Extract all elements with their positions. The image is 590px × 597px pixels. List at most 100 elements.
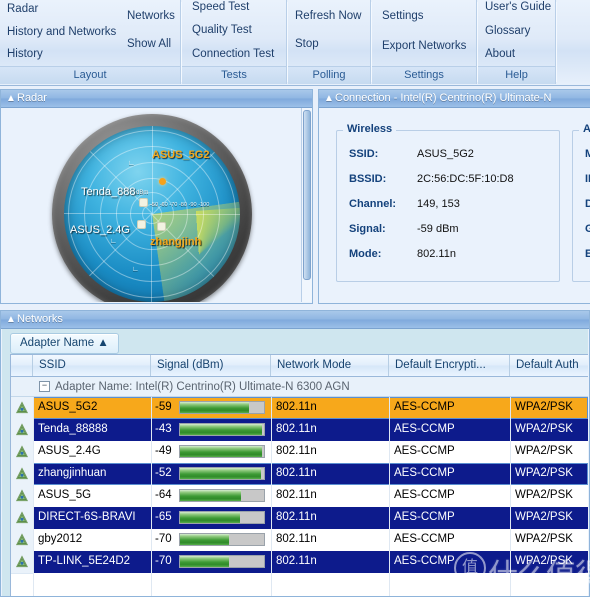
ribbon-group-layout: Radar History and Networks History Netwo…	[0, 0, 182, 84]
networks-panel-header[interactable]: ▲Networks	[1, 311, 589, 329]
column-header-default-encryption[interactable]: Default Encrypti...	[389, 355, 510, 376]
cell-ssid: gby2012	[38, 533, 83, 545]
radar-spoke-2	[151, 214, 152, 302]
radar-scale-ticks: -50 -60 -70 -80 -90 -100	[150, 202, 210, 208]
radar-panel-header[interactable]: ▲Radar	[1, 90, 312, 108]
signal-value-text: -70	[155, 555, 172, 567]
radar-minor-mark-1: ∟	[128, 160, 135, 167]
ribbon-item-networks[interactable]: Networks	[124, 9, 178, 23]
cell-ssid: DIRECT-6S-BRAVI	[38, 511, 136, 523]
mac-address-label: M	[585, 148, 590, 160]
cell-auth: WPA2/PSK	[515, 489, 573, 501]
wireless-legend: Wireless	[343, 123, 397, 135]
cell-encryption: AES-CCMP	[394, 467, 455, 479]
column-header-signal[interactable]: Signal (dBm)	[151, 355, 271, 376]
chevron-up-icon[interactable]: ▲	[5, 311, 17, 328]
signal-strength-bar	[179, 555, 265, 568]
cell-signal: -59	[151, 397, 271, 419]
ribbon-item-history[interactable]: History	[4, 47, 46, 61]
radar-ap-dot-zhangjinh[interactable]	[157, 222, 166, 231]
table-row[interactable]: ASUS_5G -64 802.11n AES-CCMP WPA2/PSK	[11, 485, 588, 508]
radar-ap-label-asus-24g[interactable]: ASUS_2.4G	[70, 224, 130, 236]
radar-canvas[interactable]: dBm -50 -60 -70 -80 -90 -100 ∟ ∟ ∟ ∟ ASU…	[2, 108, 302, 302]
column-divider-3	[389, 397, 390, 596]
ip-address-label: IP	[585, 173, 590, 185]
group-by-bar[interactable]: Adapter Name ▲	[10, 333, 580, 354]
ribbon-item-users-guide[interactable]: User's Guide	[482, 0, 554, 14]
column-header-network-mode[interactable]: Network Mode	[271, 355, 389, 376]
table-row[interactable]: gby2012 -70 802.11n AES-CCMP WPA2/PSK	[11, 529, 588, 552]
column-header-default-auth[interactable]: Default Auth	[510, 355, 588, 376]
cell-ssid: ASUS_2.4G	[38, 445, 101, 457]
cell-mode: 802.11n	[276, 511, 317, 523]
radar-panel: ▲Radar dBm -50 -60 -70 -80 -90 -100 ∟ ∟ …	[0, 89, 313, 304]
radar-ap-label-asus-5g2[interactable]: ASUS_5G2	[152, 149, 209, 161]
mode-label: Mode:	[349, 248, 382, 260]
ribbon-item-quality-test[interactable]: Quality Test	[189, 23, 255, 37]
ribbon-item-radar[interactable]: Radar	[4, 2, 41, 16]
connection-panel: ▲Connection - Intel(R) Centrino(R) Ultim…	[318, 89, 590, 304]
group-by-adapter-name-chip[interactable]: Adapter Name ▲	[10, 333, 119, 354]
table-row[interactable]: TP-LINK_5E24D2 -70 802.11n AES-CCMP WPA2/PSK	[11, 551, 588, 574]
ribbon-item-refresh-now[interactable]: Refresh Now	[292, 9, 364, 23]
cell-ssid: ASUS_5G	[38, 489, 92, 501]
radar-spoke-6	[152, 126, 153, 214]
ribbon-item-history-and-networks[interactable]: History and Networks	[4, 25, 119, 39]
networks-panel-title: Networks	[17, 313, 63, 325]
signal-value-text: -65	[155, 511, 172, 523]
ribbon-item-glossary[interactable]: Glossary	[482, 24, 533, 38]
ribbon-item-about[interactable]: About	[482, 47, 518, 61]
ribbon-group-label-settings: Settings	[372, 66, 476, 84]
radar-panel-title: Radar	[17, 92, 47, 104]
signal-strength-fill	[180, 446, 263, 457]
chevron-up-icon[interactable]: ▲	[5, 90, 17, 107]
table-row[interactable]: ASUS_2.4G -49 802.11n AES-CCMP WPA2/PSK	[11, 441, 588, 464]
radar-ap-label-zhangjinh[interactable]: zhangjinh	[150, 236, 201, 248]
ribbon-item-stop[interactable]: Stop	[292, 37, 322, 51]
table-row[interactable]: Tenda_88888 -43 802.11n AES-CCMP WPA2/PSK	[11, 419, 588, 442]
column-header-ssid[interactable]: SSID	[33, 355, 151, 376]
ribbon-group-label-polling: Polling	[288, 66, 370, 84]
ribbon-item-speed-test[interactable]: Speed Test	[189, 0, 252, 14]
ribbon-item-export-networks[interactable]: Export Networks	[379, 39, 469, 53]
wireless-network-icon	[11, 529, 33, 552]
channel-label: Channel:	[349, 198, 397, 210]
cell-ssid: zhangjinhuan	[38, 467, 107, 479]
table-row[interactable]: ASUS_5G2 -59 802.11n AES-CCMP WPA2/PSK	[11, 397, 588, 420]
table-row[interactable]: DIRECT-6S-BRAVI -65 802.11n AES-CCMP WPA2/PS…	[11, 507, 588, 530]
collapse-expander-icon[interactable]: −	[39, 381, 50, 393]
address-legend: Addr	[579, 123, 590, 135]
cell-auth: WPA2/PSK	[515, 401, 573, 413]
group-row-adapter-name[interactable]: − Adapter Name: Intel(R) Centrino(R) Ulti…	[11, 377, 588, 397]
signal-strength-bar	[179, 467, 265, 480]
radar-panel-scrollbar[interactable]	[301, 108, 312, 302]
signal-strength-fill	[180, 556, 229, 567]
radar-ap-label-tenda-888[interactable]: Tenda_888	[81, 186, 135, 198]
cell-encryption: AES-CCMP	[394, 401, 455, 413]
connection-panel-header[interactable]: ▲Connection - Intel(R) Centrino(R) Ultim…	[319, 90, 590, 108]
grid-header-row: SSID Signal (dBm) Network Mode Default E…	[11, 355, 588, 377]
cell-mode: 802.11n	[276, 401, 317, 413]
cell-encryption: AES-CCMP	[394, 533, 455, 545]
radar-ap-dot-asus-5g2[interactable]	[159, 178, 166, 185]
chevron-up-icon[interactable]: ▲	[323, 90, 335, 107]
cell-ssid: ASUS_5G2	[38, 401, 98, 413]
connection-panel-title: Connection - Intel(R) Centrino(R) Ultima…	[335, 92, 552, 104]
gateway-label: G	[585, 223, 590, 235]
signal-strength-fill	[180, 468, 262, 479]
networks-grid[interactable]: SSID Signal (dBm) Network Mode Default E…	[10, 354, 588, 596]
mode-value: 802.11n	[417, 248, 456, 260]
radar-scrollbar-thumb[interactable]	[303, 110, 311, 280]
signal-strength-bar	[179, 533, 265, 546]
signal-strength-fill	[180, 534, 229, 545]
table-row[interactable]: zhangjinhuan -52 802.11n AES-CCMP WPA2/PSK	[11, 463, 588, 486]
radar-ap-dot-tenda-888[interactable]	[139, 198, 148, 207]
ribbon-item-settings[interactable]: Settings	[379, 9, 427, 23]
cell-auth: WPA2/PSK	[515, 555, 573, 567]
radar-ap-dot-asus-24g[interactable]	[137, 220, 146, 229]
cell-signal: -70	[151, 551, 271, 573]
ribbon-item-connection-test[interactable]: Connection Test	[189, 47, 277, 61]
cell-encryption: AES-CCMP	[394, 423, 455, 435]
ribbon-item-show-all[interactable]: Show All	[124, 37, 174, 51]
signal-strength-fill	[180, 402, 249, 413]
